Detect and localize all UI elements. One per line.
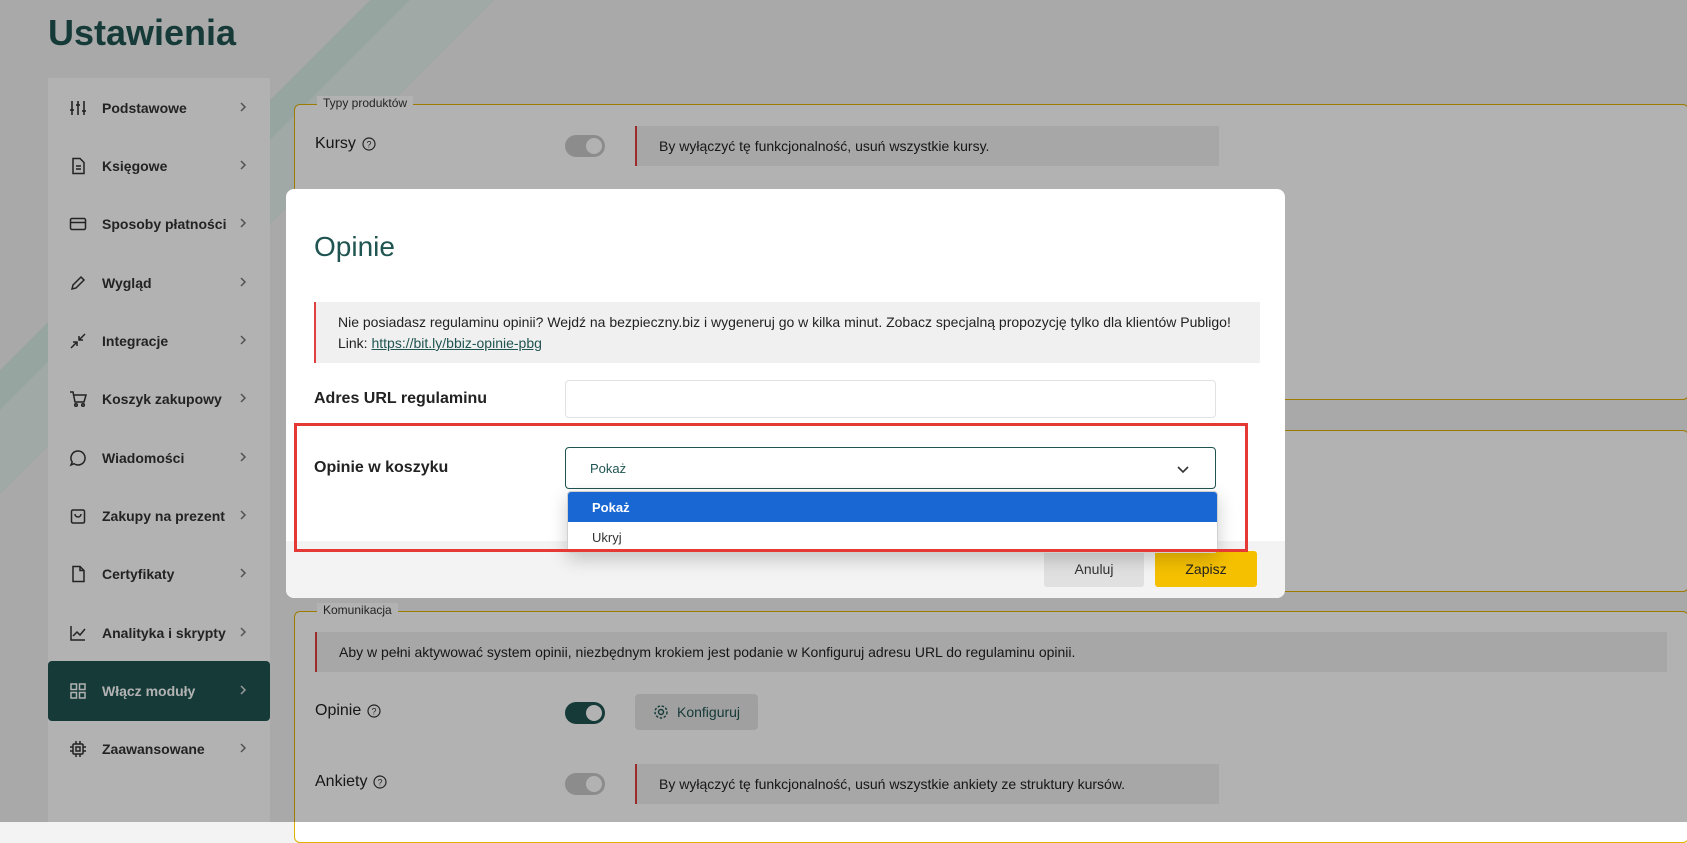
info-notice: Nie posiadasz regulaminu opinii? Wejdź n… — [314, 302, 1260, 363]
info-text: Nie posiadasz regulaminu opinii? Wejdź n… — [338, 314, 1231, 330]
url-input[interactable] — [565, 380, 1216, 418]
save-button[interactable]: Zapisz — [1155, 551, 1257, 587]
cancel-button[interactable]: Anuluj — [1044, 551, 1144, 587]
cart-opinions-label: Opinie w koszyku — [314, 459, 449, 476]
url-label: Adres URL regulaminu — [314, 390, 488, 407]
chevron-down-icon — [1177, 466, 1189, 474]
cart-opinions-select[interactable]: Pokaż — [565, 447, 1216, 489]
info-link-prefix: Link: — [338, 335, 372, 351]
bezpieczny-link[interactable]: https://bit.ly/bbiz-opinie-pbg — [371, 335, 541, 351]
select-value: Pokaż — [590, 460, 627, 476]
info-link-row: Link: https://bit.ly/bbiz-opinie-pbg — [338, 333, 1238, 354]
select-dropdown: Pokaż Ukryj — [567, 491, 1218, 553]
option-pokaz[interactable]: Pokaż — [568, 492, 1217, 522]
modal-title: Opinie — [314, 231, 395, 262]
opinie-modal: Opinie Nie posiadasz regulaminu opinii? … — [286, 189, 1285, 598]
option-ukryj[interactable]: Ukryj — [568, 522, 1217, 552]
